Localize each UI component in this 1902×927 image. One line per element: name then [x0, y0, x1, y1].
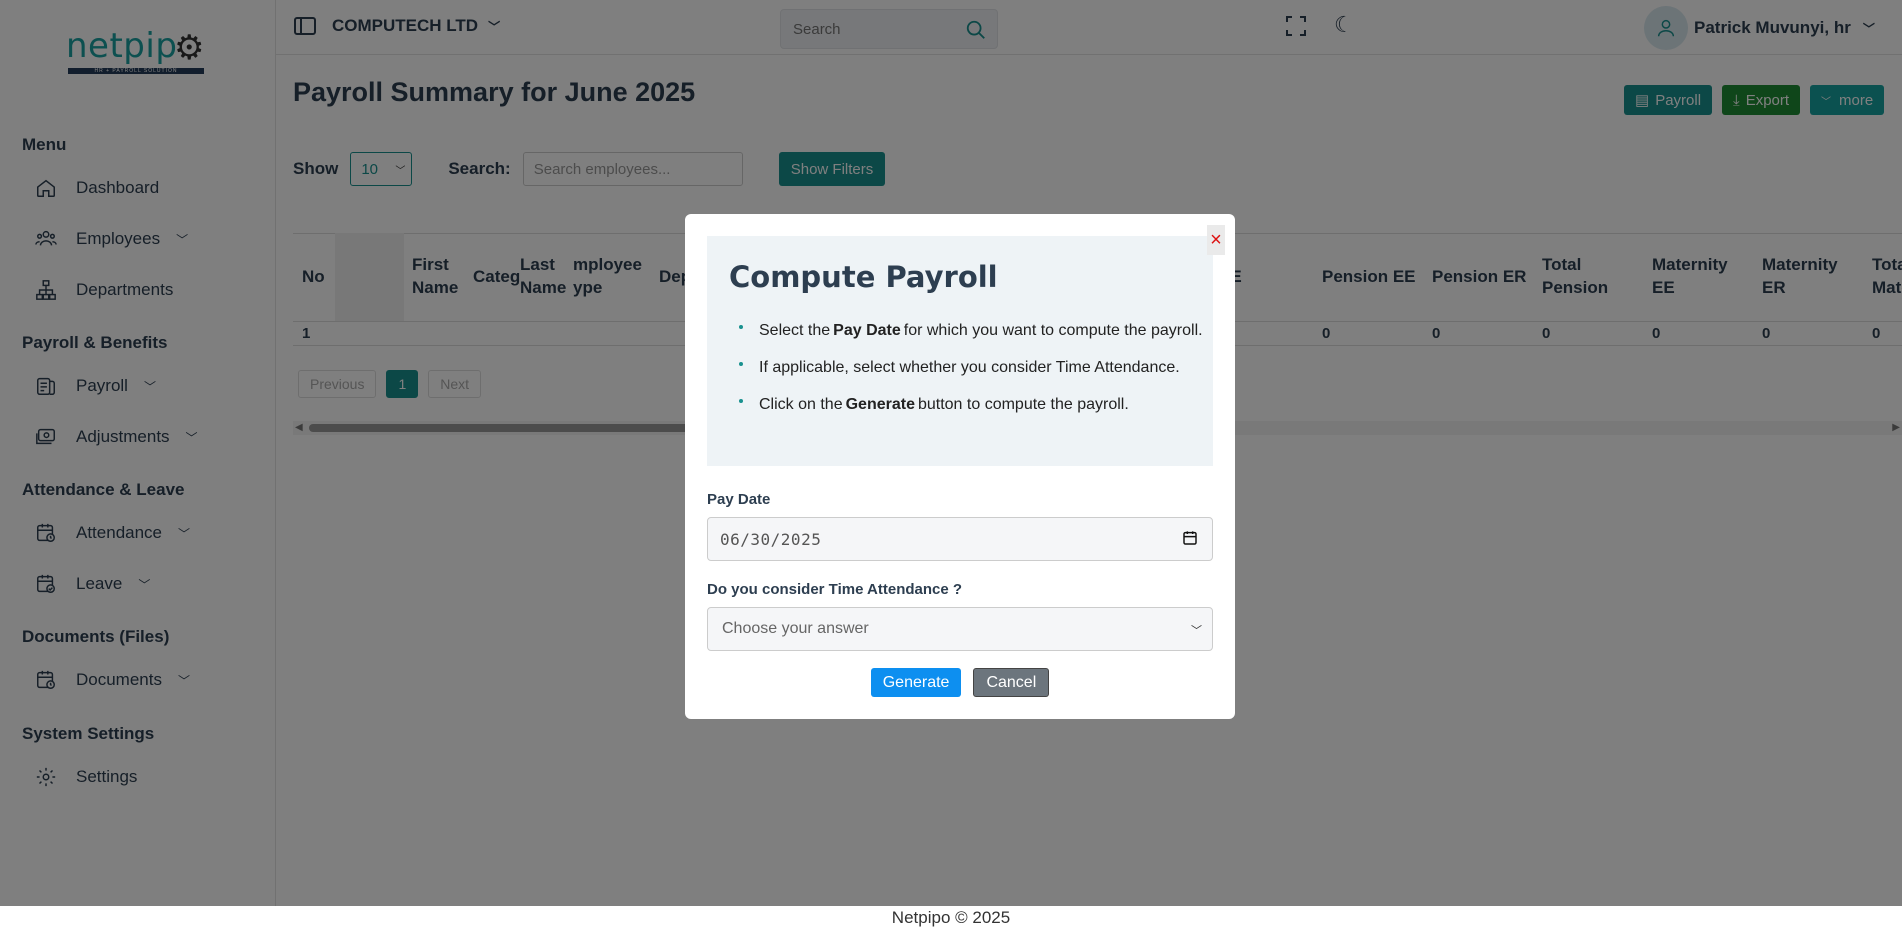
- footer: Netpipo © 2025: [0, 906, 1902, 927]
- close-icon[interactable]: ×: [1207, 225, 1225, 255]
- instruction-item: If applicable, select whether you consid…: [739, 359, 1203, 377]
- compute-payroll-modal: Compute Payroll Select the Pay Date for wh…: [685, 214, 1235, 719]
- generate-button[interactable]: Generate: [870, 668, 962, 697]
- instruction-item: Click on the Generate button to compute th…: [739, 396, 1203, 414]
- pay-date-input[interactable]: 06/30/2025: [707, 517, 1213, 561]
- attendance-label: Do you consider Time Attendance ?: [707, 581, 963, 598]
- attendance-select[interactable]: Choose your answer ﹀: [707, 607, 1213, 651]
- instructions-list: Select the Pay Date for which you want to …: [739, 322, 1203, 433]
- modal-actions: Generate Cancel: [685, 668, 1235, 697]
- modal-title: Compute Payroll: [729, 260, 998, 294]
- instruction-item: Select the Pay Date for which you want to …: [739, 322, 1203, 340]
- pay-date-label: Pay Date: [707, 491, 771, 508]
- pay-date-value: 06/30/2025: [720, 529, 822, 549]
- calendar-icon[interactable]: [1182, 530, 1198, 550]
- attendance-select-value: Choose your answer: [722, 620, 869, 637]
- instructions-box: Compute Payroll Select the Pay Date for wh…: [707, 236, 1213, 466]
- cancel-button[interactable]: Cancel: [973, 668, 1050, 697]
- chevron-down-icon: ﹀: [1191, 625, 1202, 637]
